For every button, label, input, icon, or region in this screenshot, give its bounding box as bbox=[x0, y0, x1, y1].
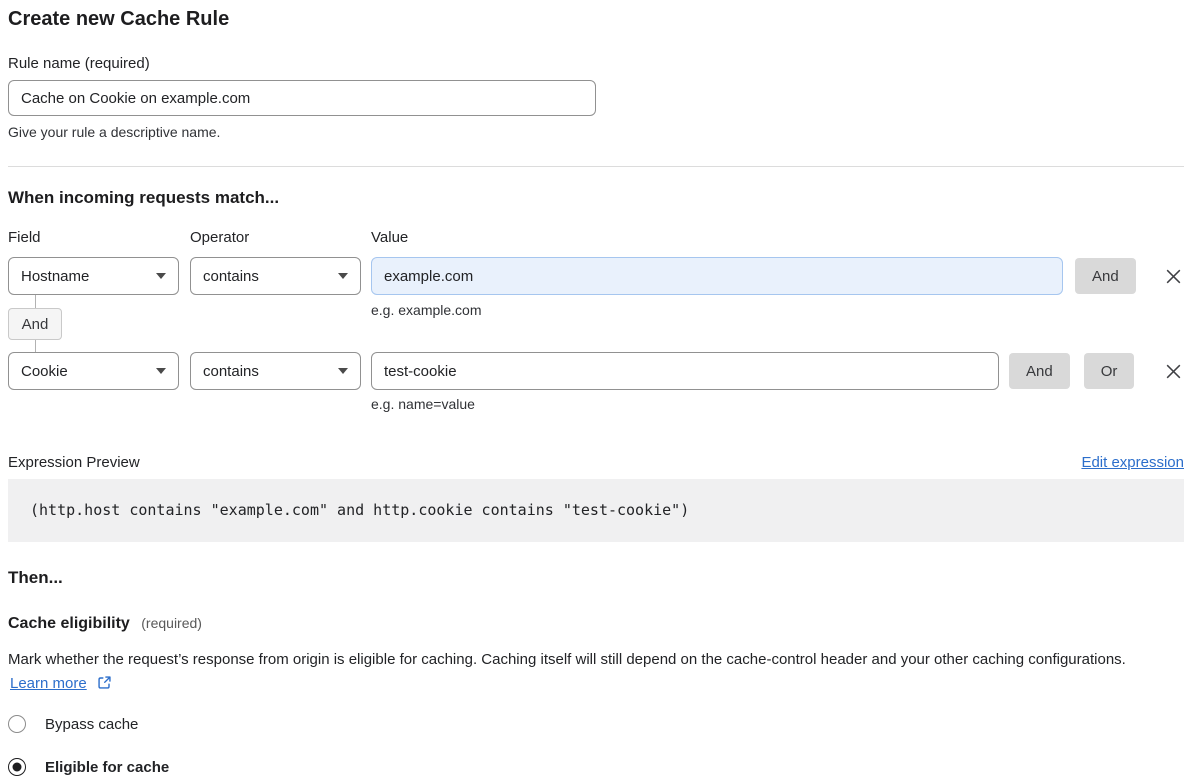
connector-line bbox=[35, 295, 36, 308]
description-text: Mark whether the request’s response from… bbox=[8, 651, 1126, 668]
rule-name-label: Rule name (required) bbox=[8, 55, 1184, 72]
value-input-2[interactable] bbox=[371, 352, 999, 390]
operator-select-2-value: contains bbox=[203, 363, 259, 380]
cache-eligibility-title: Cache eligibility bbox=[8, 615, 130, 632]
x-icon bbox=[1164, 362, 1183, 381]
bypass-cache-label: Bypass cache bbox=[45, 716, 138, 733]
condition-row-1: Hostname contains And bbox=[8, 257, 1184, 295]
connector-line bbox=[35, 340, 36, 352]
expression-preview-header: Expression Preview Edit expression bbox=[8, 454, 1184, 471]
operator-select-2[interactable]: contains bbox=[190, 352, 361, 390]
condition-connector-zone: And e.g. example.com bbox=[8, 295, 1184, 352]
cache-eligibility-heading: Cache eligibility (required) bbox=[8, 613, 1184, 634]
match-heading: When incoming requests match... bbox=[8, 187, 1184, 209]
x-icon bbox=[1164, 267, 1183, 286]
value-input-1[interactable] bbox=[371, 257, 1063, 295]
expression-preview-label: Expression Preview bbox=[8, 454, 140, 471]
rule-name-help: Give your rule a descriptive name. bbox=[8, 124, 1184, 140]
field-select-2-value: Cookie bbox=[21, 363, 68, 380]
caret-down-icon bbox=[338, 273, 348, 279]
remove-condition-button-1[interactable] bbox=[1162, 265, 1184, 287]
condition-row-2: Cookie contains And Or bbox=[8, 352, 1184, 390]
expression-preview-code: (http.host contains "example.com" and ht… bbox=[8, 479, 1184, 542]
edit-expression-link[interactable]: Edit expression bbox=[1081, 454, 1184, 471]
create-cache-rule-form: Create new Cache Rule Rule name (require… bbox=[0, 0, 1200, 776]
page-title: Create new Cache Rule bbox=[8, 6, 1184, 32]
eligible-for-cache-option[interactable]: Eligible for cache bbox=[8, 758, 408, 776]
caret-down-icon bbox=[156, 273, 166, 279]
rule-name-input[interactable] bbox=[8, 80, 596, 116]
eligible-for-cache-label: Eligible for cache bbox=[45, 759, 169, 776]
radio-selected-icon[interactable] bbox=[8, 758, 26, 776]
value-column-label: Value bbox=[371, 229, 408, 246]
add-and-condition-button-2[interactable]: And bbox=[1009, 353, 1070, 389]
operator-column-label: Operator bbox=[190, 229, 371, 246]
radio-unselected-icon[interactable] bbox=[8, 715, 26, 733]
value-hint-2: e.g. name=value bbox=[371, 396, 1184, 412]
field-select-1[interactable]: Hostname bbox=[8, 257, 179, 295]
learn-more-link[interactable]: Learn more bbox=[10, 675, 87, 692]
connector-and-toggle[interactable]: And bbox=[8, 308, 62, 340]
field-select-1-value: Hostname bbox=[21, 268, 89, 285]
operator-select-1[interactable]: contains bbox=[190, 257, 361, 295]
field-column-label: Field bbox=[8, 229, 190, 246]
bypass-cache-option[interactable]: Bypass cache bbox=[8, 715, 408, 733]
section-divider bbox=[8, 166, 1184, 167]
caret-down-icon bbox=[338, 368, 348, 374]
add-or-condition-button-2[interactable]: Or bbox=[1084, 353, 1135, 389]
add-and-condition-button-1[interactable]: And bbox=[1075, 258, 1136, 294]
required-note: (required) bbox=[141, 615, 202, 631]
field-select-2[interactable]: Cookie bbox=[8, 352, 179, 390]
operator-select-1-value: contains bbox=[203, 268, 259, 285]
external-link-icon bbox=[97, 675, 112, 690]
condition-column-labels: Field Operator Value bbox=[8, 229, 1184, 246]
then-heading: Then... bbox=[8, 567, 1184, 589]
remove-condition-button-2[interactable] bbox=[1162, 360, 1184, 382]
cache-eligibility-description: Mark whether the request’s response from… bbox=[8, 648, 1168, 696]
caret-down-icon bbox=[156, 368, 166, 374]
value-hint-1: e.g. example.com bbox=[371, 302, 482, 318]
